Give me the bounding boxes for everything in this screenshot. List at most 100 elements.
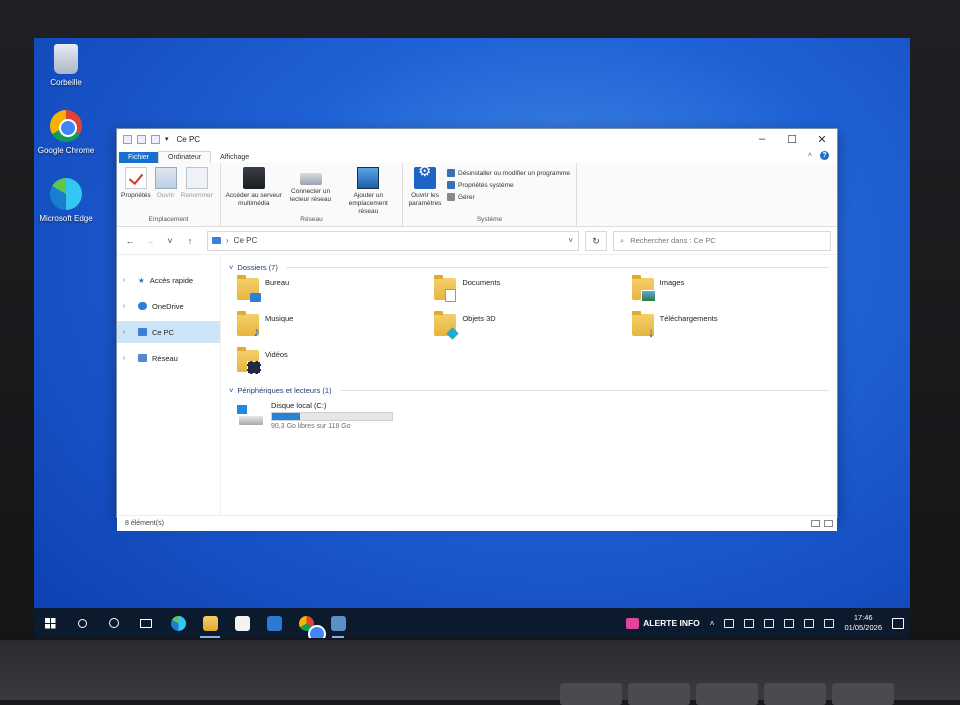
- chevron-right-icon[interactable]: ›: [123, 355, 133, 362]
- news-alert-label: ALERTE INFO: [643, 618, 700, 628]
- drives-section-header[interactable]: ˅ Périphériques et lecteurs (1): [229, 386, 829, 395]
- collapse-ribbon-icon[interactable]: ˄: [808, 152, 812, 159]
- drive-usage-bar: [271, 412, 393, 421]
- edge-icon: [50, 178, 82, 210]
- chevron-down-icon[interactable]: ˅: [229, 263, 233, 272]
- chevron-right-icon[interactable]: ›: [226, 236, 229, 245]
- cortana-button[interactable]: [98, 608, 130, 638]
- battery-icon[interactable]: [764, 618, 775, 628]
- chevron-down-icon[interactable]: ˅: [229, 386, 233, 395]
- details-view-icon[interactable]: [811, 520, 820, 527]
- desktop-icon-chrome[interactable]: Google Chrome: [34, 110, 98, 155]
- folder-3d-objects[interactable]: Objets 3D: [434, 311, 631, 338]
- help-icon[interactable]: ?: [820, 151, 829, 160]
- chevron-right-icon[interactable]: ›: [123, 329, 133, 336]
- folder-label: Bureau: [265, 278, 290, 287]
- large-icons-view-icon[interactable]: [824, 520, 833, 527]
- open-label: Ouvrir: [156, 192, 175, 199]
- folder-label: Documents: [462, 278, 501, 287]
- taskbar-app[interactable]: [322, 608, 354, 638]
- drive-label: Disque local (C:): [271, 401, 327, 410]
- notification-icon[interactable]: [892, 617, 904, 629]
- folder-videos[interactable]: Vidéos: [237, 347, 434, 374]
- videos-folder-icon: [237, 347, 261, 374]
- meet-now-icon[interactable]: [724, 618, 735, 628]
- drive-local-c[interactable]: Disque local (C:) 90,3 Go libres sur 118…: [229, 401, 829, 430]
- chevron-up-icon[interactable]: ˄: [710, 619, 715, 628]
- manage-button[interactable]: Gérer: [447, 193, 570, 201]
- taskbar-chrome[interactable]: [290, 608, 326, 638]
- recycle-bin-icon: [54, 44, 78, 74]
- alert-icon: [626, 617, 640, 629]
- desktop-icon-recycle-bin[interactable]: Corbeille: [34, 44, 98, 87]
- folder-documents[interactable]: Documents: [434, 275, 631, 302]
- keyboard-key: [764, 683, 826, 705]
- drive-free-space: 90,3 Go libres sur 118 Go: [271, 423, 351, 430]
- keyboard-icon[interactable]: [824, 618, 835, 628]
- music-folder-icon: [237, 311, 260, 339]
- uninstall-program-button[interactable]: Désinstaller ou modifier un programme: [447, 169, 570, 177]
- search-input[interactable]: ⌕ Rechercher dans : Ce PC: [613, 230, 831, 251]
- search-button[interactable]: [66, 608, 98, 638]
- clock[interactable]: 17:46 01/05/2026: [844, 613, 882, 633]
- tab-computer[interactable]: Ordinateur: [158, 151, 212, 163]
- up-arrow-icon[interactable]: ↑: [183, 236, 197, 246]
- system-tray: ALERTE INFO ˄ 17:46 01/05/2026: [626, 613, 910, 633]
- system-properties-button[interactable]: Propriétés système: [447, 181, 570, 189]
- system-properties-icon: [447, 181, 455, 189]
- folder-images[interactable]: Images: [631, 275, 829, 302]
- volume-icon[interactable]: [804, 618, 815, 628]
- ribbon-group-label: Emplacement: [148, 216, 189, 223]
- ribbon-group-network: Accéder au serveur multimédia Connecter …: [221, 163, 403, 226]
- folder-label: Images: [659, 278, 685, 287]
- task-view-icon: [140, 618, 152, 628]
- properties-icon: [124, 167, 147, 189]
- taskbar-mail[interactable]: [258, 608, 290, 638]
- task-view-button[interactable]: [130, 608, 162, 638]
- map-drive-label: Connecter un lecteur réseau: [289, 188, 332, 203]
- rename-label: Renommer: [180, 192, 213, 199]
- chevron-down-icon[interactable]: ˅: [568, 236, 573, 245]
- chevron-down-icon[interactable]: ▾: [165, 135, 169, 143]
- ribbon: Propriétés Ouvrir Renommer Emplacement A…: [117, 163, 837, 227]
- wifi-icon[interactable]: [784, 618, 795, 628]
- back-arrow-icon[interactable]: ←: [123, 236, 137, 246]
- close-button[interactable]: ✕: [807, 133, 837, 146]
- nav-item-onedrive[interactable]: › OneDrive: [117, 295, 220, 317]
- properties-quick-icon[interactable]: [137, 134, 146, 144]
- folder-music[interactable]: Musique: [237, 311, 434, 339]
- start-button[interactable]: [34, 608, 66, 638]
- folder-downloads[interactable]: Téléchargements: [631, 311, 829, 340]
- forward-arrow-icon[interactable]: →: [143, 236, 157, 246]
- new-folder-quick-icon[interactable]: [151, 134, 160, 144]
- nav-item-network[interactable]: › Réseau: [117, 347, 220, 369]
- cortana-icon: [109, 618, 119, 628]
- 3d-objects-folder-icon: [434, 311, 457, 336]
- news-alert[interactable]: ALERTE INFO: [626, 617, 700, 629]
- chevron-right-icon[interactable]: ›: [123, 277, 133, 284]
- nav-item-quick-access[interactable]: › ★ Accès rapide: [117, 269, 220, 291]
- refresh-button[interactable]: ↻: [585, 230, 607, 251]
- address-bar[interactable]: › Ce PC ˅: [207, 230, 579, 251]
- content-pane: ˅ Dossiers (7) Bureau Documents Images ♪…: [221, 255, 837, 515]
- tab-file[interactable]: Fichier: [119, 152, 159, 163]
- taskbar-store[interactable]: [226, 608, 258, 638]
- folder-desktop[interactable]: Bureau: [237, 275, 434, 302]
- programs-icon: [447, 169, 455, 177]
- recent-locations-chevron-icon[interactable]: ˅: [163, 236, 177, 246]
- network-icon: [138, 354, 147, 362]
- desktop-icon-edge[interactable]: Microsoft Edge: [34, 178, 98, 223]
- taskbar-file-explorer[interactable]: [194, 608, 226, 638]
- nav-item-this-pc[interactable]: › Ce PC: [117, 321, 220, 343]
- keyboard-key: [560, 683, 622, 705]
- taskbar-edge[interactable]: [162, 608, 194, 638]
- folders-section-header[interactable]: ˅ Dossiers (7): [229, 263, 829, 272]
- open-settings-label: Ouvrir les paramètres: [408, 192, 442, 207]
- documents-folder-icon: [434, 275, 457, 302]
- drive-usage-fill: [272, 413, 301, 420]
- minimize-button[interactable]: –: [747, 133, 777, 146]
- pen-icon[interactable]: [744, 618, 755, 628]
- chevron-right-icon[interactable]: ›: [123, 303, 133, 310]
- maximize-button[interactable]: ☐: [777, 133, 807, 146]
- tab-view[interactable]: Affichage: [211, 152, 258, 163]
